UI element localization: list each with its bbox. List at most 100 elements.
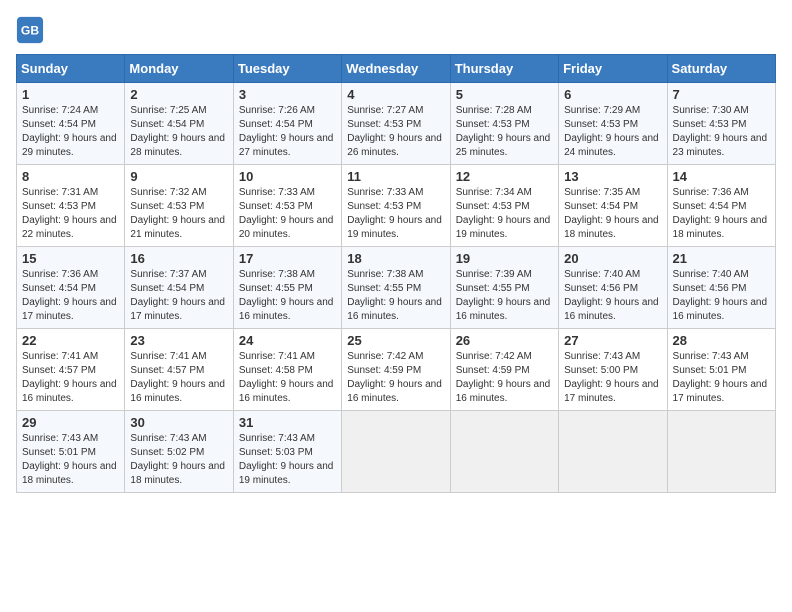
day-number: 1 [22,87,119,102]
day-number: 9 [130,169,227,184]
day-detail: Sunrise: 7:43 AMSunset: 5:00 PMDaylight:… [564,351,659,404]
header-saturday: Saturday [667,55,775,83]
header-wednesday: Wednesday [342,55,450,83]
day-number: 16 [130,251,227,266]
day-cell: 16 Sunrise: 7:37 AMSunset: 4:54 PMDaylig… [125,247,233,329]
day-cell: 11 Sunrise: 7:33 AMSunset: 4:53 PMDaylig… [342,165,450,247]
day-cell: 17 Sunrise: 7:38 AMSunset: 4:55 PMDaylig… [233,247,341,329]
day-number: 15 [22,251,119,266]
day-number: 8 [22,169,119,184]
day-number: 25 [347,333,444,348]
day-detail: Sunrise: 7:26 AMSunset: 4:54 PMDaylight:… [239,105,334,158]
day-cell: 31 Sunrise: 7:43 AMSunset: 5:03 PMDaylig… [233,411,341,493]
day-cell: 18 Sunrise: 7:38 AMSunset: 4:55 PMDaylig… [342,247,450,329]
day-detail: Sunrise: 7:42 AMSunset: 4:59 PMDaylight:… [456,351,551,404]
day-number: 10 [239,169,336,184]
day-cell: 12 Sunrise: 7:34 AMSunset: 4:53 PMDaylig… [450,165,558,247]
day-detail: Sunrise: 7:38 AMSunset: 4:55 PMDaylight:… [347,269,442,322]
day-number: 6 [564,87,661,102]
header-row: SundayMondayTuesdayWednesdayThursdayFrid… [17,55,776,83]
day-number: 28 [673,333,770,348]
day-number: 29 [22,415,119,430]
day-number: 31 [239,415,336,430]
day-cell: 24 Sunrise: 7:41 AMSunset: 4:58 PMDaylig… [233,329,341,411]
day-number: 20 [564,251,661,266]
day-cell: 25 Sunrise: 7:42 AMSunset: 4:59 PMDaylig… [342,329,450,411]
header-sunday: Sunday [17,55,125,83]
day-cell: 23 Sunrise: 7:41 AMSunset: 4:57 PMDaylig… [125,329,233,411]
day-number: 17 [239,251,336,266]
day-cell: 2 Sunrise: 7:25 AMSunset: 4:54 PMDayligh… [125,83,233,165]
day-detail: Sunrise: 7:24 AMSunset: 4:54 PMDaylight:… [22,105,117,158]
day-cell: 8 Sunrise: 7:31 AMSunset: 4:53 PMDayligh… [17,165,125,247]
day-cell: 1 Sunrise: 7:24 AMSunset: 4:54 PMDayligh… [17,83,125,165]
day-detail: Sunrise: 7:41 AMSunset: 4:57 PMDaylight:… [22,351,117,404]
day-cell: 14 Sunrise: 7:36 AMSunset: 4:54 PMDaylig… [667,165,775,247]
day-detail: Sunrise: 7:28 AMSunset: 4:53 PMDaylight:… [456,105,551,158]
day-number: 24 [239,333,336,348]
week-row-1: 1 Sunrise: 7:24 AMSunset: 4:54 PMDayligh… [17,83,776,165]
day-cell: 30 Sunrise: 7:43 AMSunset: 5:02 PMDaylig… [125,411,233,493]
day-detail: Sunrise: 7:43 AMSunset: 5:01 PMDaylight:… [22,433,117,486]
day-cell: 19 Sunrise: 7:39 AMSunset: 4:55 PMDaylig… [450,247,558,329]
day-detail: Sunrise: 7:39 AMSunset: 4:55 PMDaylight:… [456,269,551,322]
day-detail: Sunrise: 7:42 AMSunset: 4:59 PMDaylight:… [347,351,442,404]
day-number: 22 [22,333,119,348]
day-cell: 28 Sunrise: 7:43 AMSunset: 5:01 PMDaylig… [667,329,775,411]
week-row-4: 22 Sunrise: 7:41 AMSunset: 4:57 PMDaylig… [17,329,776,411]
day-number: 11 [347,169,444,184]
day-detail: Sunrise: 7:29 AMSunset: 4:53 PMDaylight:… [564,105,659,158]
day-cell: 22 Sunrise: 7:41 AMSunset: 4:57 PMDaylig… [17,329,125,411]
day-number: 4 [347,87,444,102]
day-number: 5 [456,87,553,102]
day-number: 3 [239,87,336,102]
page-header: GB [16,16,776,44]
day-detail: Sunrise: 7:40 AMSunset: 4:56 PMDaylight:… [564,269,659,322]
week-row-3: 15 Sunrise: 7:36 AMSunset: 4:54 PMDaylig… [17,247,776,329]
day-cell: 10 Sunrise: 7:33 AMSunset: 4:53 PMDaylig… [233,165,341,247]
header-monday: Monday [125,55,233,83]
week-row-2: 8 Sunrise: 7:31 AMSunset: 4:53 PMDayligh… [17,165,776,247]
day-detail: Sunrise: 7:43 AMSunset: 5:01 PMDaylight:… [673,351,768,404]
day-cell [667,411,775,493]
day-cell [450,411,558,493]
day-number: 14 [673,169,770,184]
day-cell [342,411,450,493]
day-number: 21 [673,251,770,266]
day-cell: 29 Sunrise: 7:43 AMSunset: 5:01 PMDaylig… [17,411,125,493]
day-detail: Sunrise: 7:41 AMSunset: 4:58 PMDaylight:… [239,351,334,404]
day-cell: 20 Sunrise: 7:40 AMSunset: 4:56 PMDaylig… [559,247,667,329]
day-detail: Sunrise: 7:33 AMSunset: 4:53 PMDaylight:… [239,187,334,240]
day-number: 26 [456,333,553,348]
day-number: 18 [347,251,444,266]
svg-text:GB: GB [21,24,39,38]
day-cell: 13 Sunrise: 7:35 AMSunset: 4:54 PMDaylig… [559,165,667,247]
day-number: 27 [564,333,661,348]
day-cell: 6 Sunrise: 7:29 AMSunset: 4:53 PMDayligh… [559,83,667,165]
day-detail: Sunrise: 7:36 AMSunset: 4:54 PMDaylight:… [22,269,117,322]
logo: GB [16,16,46,44]
day-cell: 4 Sunrise: 7:27 AMSunset: 4:53 PMDayligh… [342,83,450,165]
day-cell: 7 Sunrise: 7:30 AMSunset: 4:53 PMDayligh… [667,83,775,165]
day-cell: 15 Sunrise: 7:36 AMSunset: 4:54 PMDaylig… [17,247,125,329]
day-detail: Sunrise: 7:41 AMSunset: 4:57 PMDaylight:… [130,351,225,404]
day-number: 2 [130,87,227,102]
day-detail: Sunrise: 7:40 AMSunset: 4:56 PMDaylight:… [673,269,768,322]
day-detail: Sunrise: 7:30 AMSunset: 4:53 PMDaylight:… [673,105,768,158]
day-detail: Sunrise: 7:27 AMSunset: 4:53 PMDaylight:… [347,105,442,158]
day-cell: 3 Sunrise: 7:26 AMSunset: 4:54 PMDayligh… [233,83,341,165]
day-cell: 27 Sunrise: 7:43 AMSunset: 5:00 PMDaylig… [559,329,667,411]
day-cell [559,411,667,493]
header-friday: Friday [559,55,667,83]
day-cell: 9 Sunrise: 7:32 AMSunset: 4:53 PMDayligh… [125,165,233,247]
calendar-table: SundayMondayTuesdayWednesdayThursdayFrid… [16,54,776,493]
header-tuesday: Tuesday [233,55,341,83]
day-number: 13 [564,169,661,184]
day-detail: Sunrise: 7:43 AMSunset: 5:03 PMDaylight:… [239,433,334,486]
day-detail: Sunrise: 7:25 AMSunset: 4:54 PMDaylight:… [130,105,225,158]
day-cell: 26 Sunrise: 7:42 AMSunset: 4:59 PMDaylig… [450,329,558,411]
logo-icon: GB [16,16,44,44]
day-number: 23 [130,333,227,348]
day-number: 19 [456,251,553,266]
day-cell: 5 Sunrise: 7:28 AMSunset: 4:53 PMDayligh… [450,83,558,165]
